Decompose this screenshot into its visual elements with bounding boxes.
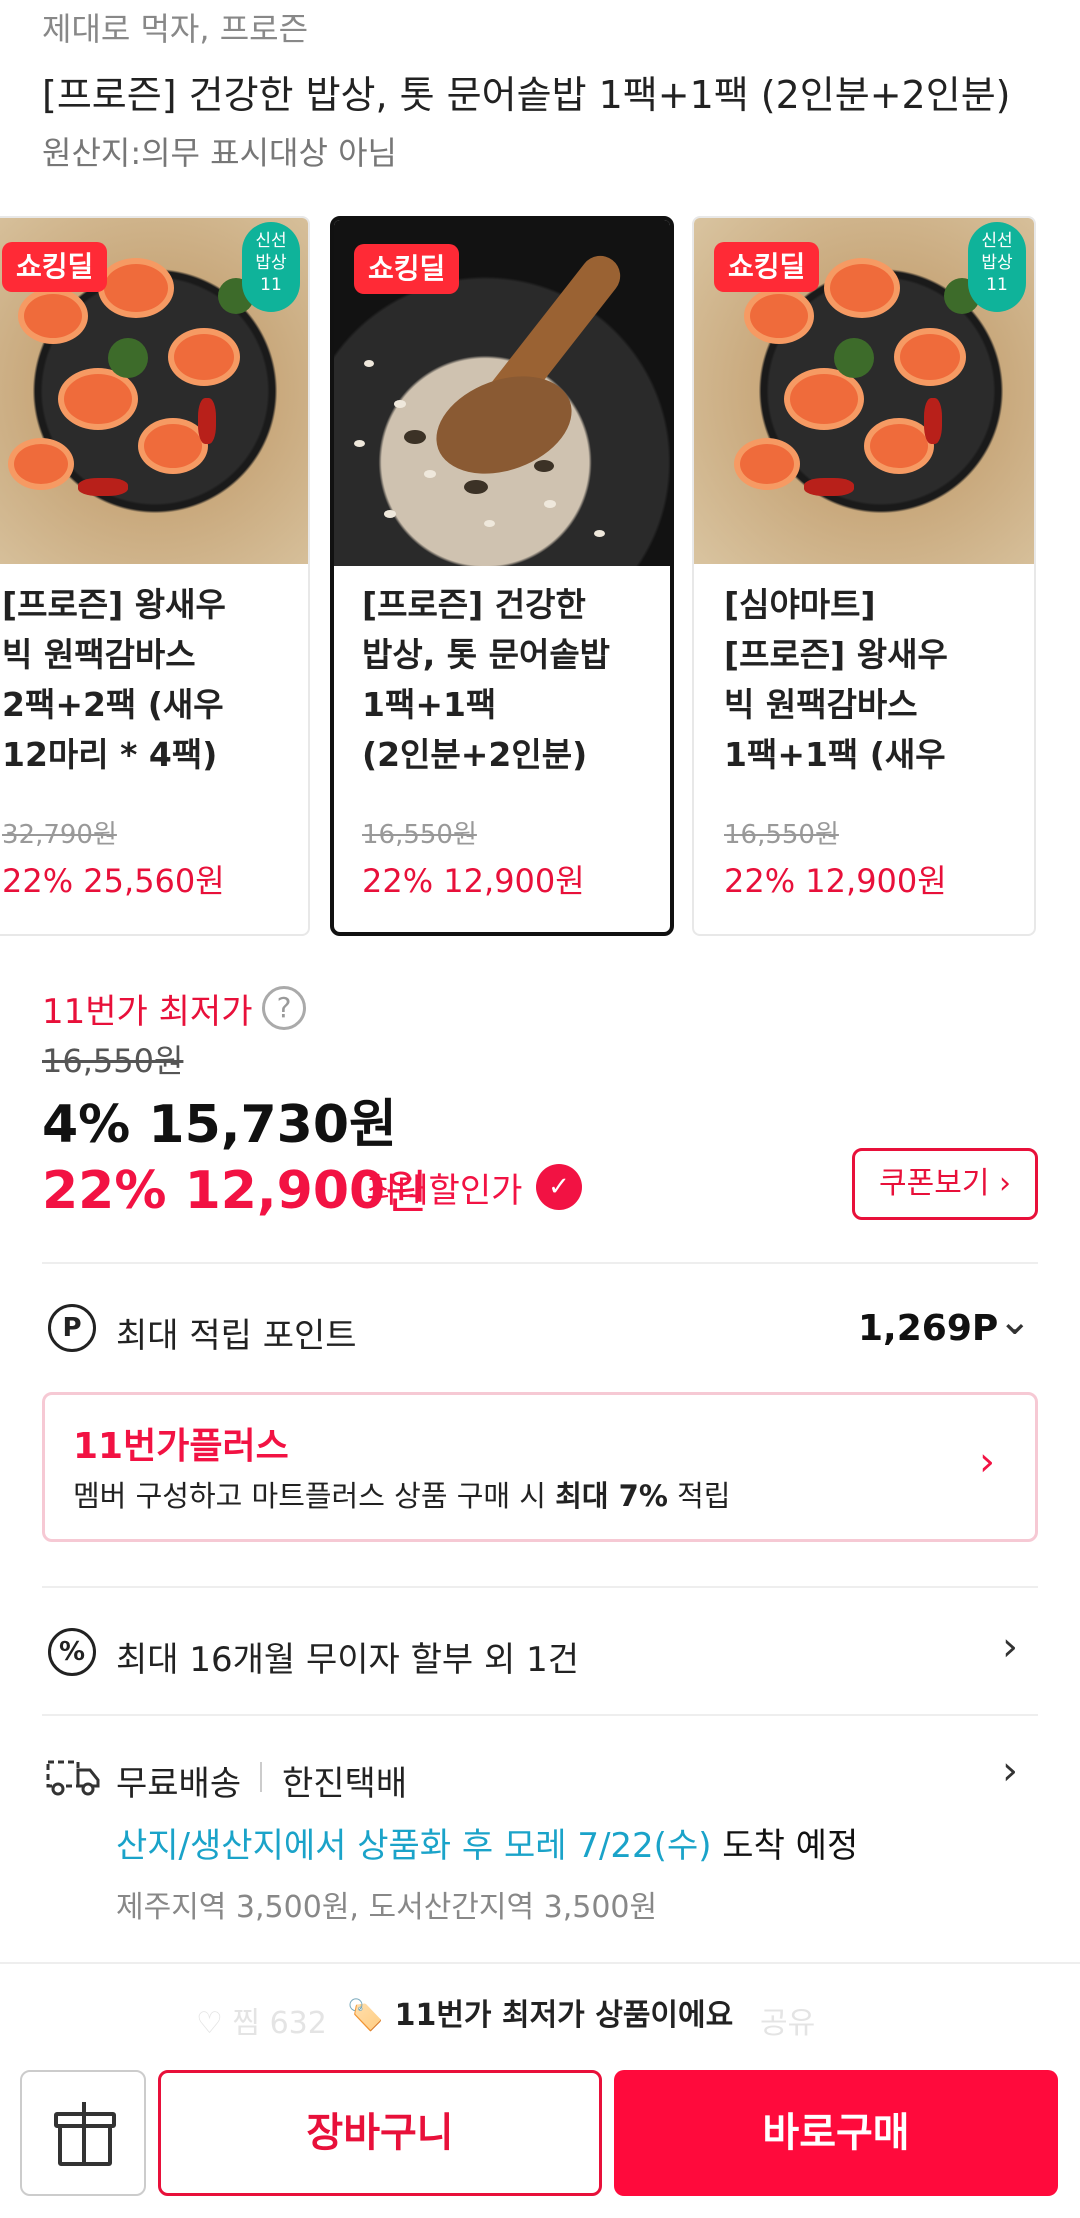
card-original-price: 32,790원	[2, 820, 117, 850]
carrier-name: 한진택배	[282, 1764, 408, 1804]
fresh-meal-badge: 신선 밥상 11	[968, 222, 1026, 312]
chevron-down-icon[interactable]: ⌄	[998, 1298, 1032, 1344]
plus-title: 11번가플러스	[73, 1426, 289, 1467]
percent-icon: %	[48, 1628, 96, 1676]
points-icon: P	[48, 1304, 96, 1352]
related-product-card-selected[interactable]: 쇼킹딜 [프로즌] 건강한 밥상, 톳 문어솥밥 1팩+1팩 (2인분+2인분)…	[330, 216, 674, 936]
points-value: 1,269P	[858, 1308, 999, 1349]
lowest-price-label: 11번가 최저가	[42, 992, 253, 1032]
product-title: [프로즌] 건강한 밥상, 톳 문어솥밥 1팩+1팩 (2인분+2인분)	[42, 73, 1011, 117]
free-shipping-label: 무료배송	[116, 1764, 242, 1804]
separator	[260, 1762, 262, 1792]
origin-info: 원산지:의무 표시대상 아님	[42, 134, 397, 172]
chevron-right-icon[interactable]: ›	[1002, 1748, 1018, 1794]
points-label: 최대 적립 포인트	[116, 1316, 357, 1356]
lowest-price-notice: 🏷️ 11번가 최저가 상품이에요	[0, 1962, 1080, 2048]
card-sale-price: 22% 12,900원	[362, 862, 585, 900]
max-discount-label: 최대할인가	[366, 1171, 523, 1211]
truck-icon	[46, 1760, 100, 1796]
extra-shipping-fee: 제주지역 3,500원, 도서산간지역 3,500원	[116, 1890, 658, 1925]
like-count-ghost: ♡ 찜 632	[196, 2006, 327, 2041]
original-price: 16,550원	[42, 1042, 184, 1080]
chevron-right-icon[interactable]: ›	[1002, 1624, 1018, 1670]
related-product-card[interactable]: 쇼킹딜 신선 밥상 11 [심야마트] [프로즌] 왕새우 빅 원팩감바스 1팩+1…	[692, 216, 1036, 936]
tag-icon: 🏷️	[346, 1998, 385, 2033]
plus-membership-banner[interactable]: 11번가플러스 멤버 구성하고 마트플러스 상품 구매 시 최대 7% 적립 ›	[42, 1392, 1038, 1542]
gift-button[interactable]	[20, 2070, 146, 2196]
card-product-name: [프로즌] 건강한 밥상, 톳 문어솥밥 1팩+1팩 (2인분+2인분)	[362, 585, 611, 774]
card-sale-price: 22% 25,560원	[2, 862, 225, 900]
add-to-cart-button[interactable]: 장바구니	[158, 2070, 602, 2196]
shocking-deal-badge: 쇼킹딜	[2, 242, 108, 292]
card-product-name: [프로즌] 왕새우 빅 원팩감바스 2팩+2팩 (새우 12마리 * 4팩)	[2, 585, 226, 774]
chevron-right-icon: ›	[979, 1439, 995, 1485]
notice-text: 🏷️ 11번가 최저가 상품이에요	[346, 1998, 734, 2033]
card-sale-price: 22% 12,900원	[724, 862, 947, 900]
shocking-deal-badge: 쇼킹딜	[714, 242, 820, 292]
divider	[42, 1586, 1038, 1588]
share-ghost: 공유	[760, 2006, 816, 2041]
brand-subtitle: 제대로 먹자, 프로즌	[42, 10, 309, 48]
coupon-view-button[interactable]: 쿠폰보기 ›	[852, 1148, 1038, 1220]
card-original-price: 16,550원	[362, 820, 477, 850]
shocking-deal-badge: 쇼킹딜	[354, 244, 460, 294]
bottom-action-bar: 장바구니 바로구매	[0, 2048, 1080, 2218]
delivery-eta: 산지/생산지에서 상품화 후 모레 7/22(수) 도착 예정	[116, 1826, 859, 1866]
divider	[42, 1714, 1038, 1716]
card-original-price: 16,550원	[724, 820, 839, 850]
related-product-card[interactable]: 쇼킹딜 신선 밥상 11 [프로즌] 왕새우 빅 원팩감바스 2팩+2팩 (새우 1…	[0, 216, 310, 936]
help-icon[interactable]: ?	[262, 986, 306, 1030]
buy-now-button[interactable]: 바로구매	[614, 2070, 1058, 2196]
check-badge-icon: ✓	[536, 1164, 582, 1210]
installment-label[interactable]: 최대 16개월 무이자 할부 외 1건	[116, 1632, 579, 1681]
card-product-name: [심야마트] [프로즌] 왕새우 빅 원팩감바스 1팩+1팩 (새우	[724, 585, 948, 774]
divider	[42, 1262, 1038, 1264]
plus-description: 멤버 구성하고 마트플러스 상품 구매 시 최대 7% 적립	[73, 1479, 731, 1513]
fresh-meal-badge: 신선 밥상 11	[242, 222, 300, 312]
base-sale-price: 4% 15,730원	[42, 1095, 397, 1155]
